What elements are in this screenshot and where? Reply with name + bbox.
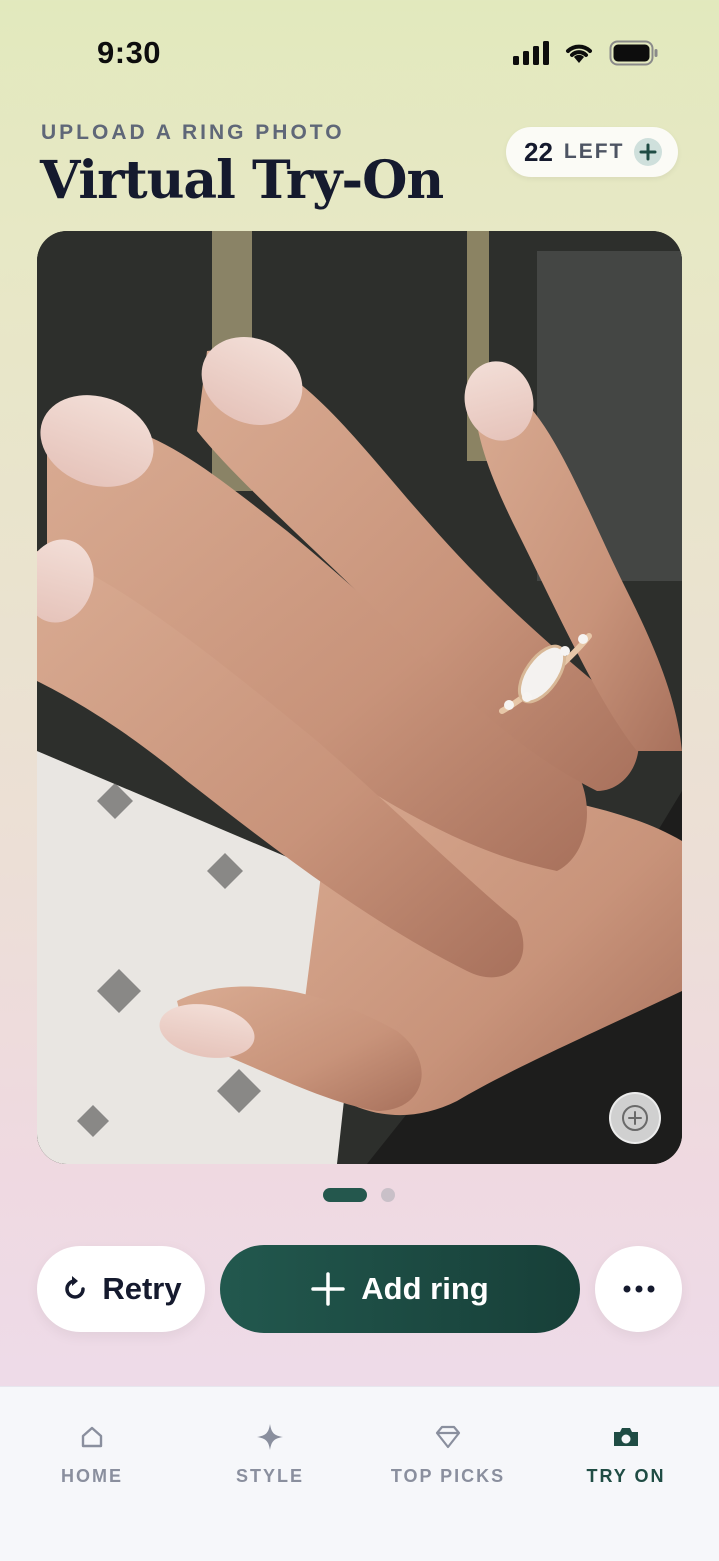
- signal-icon: [513, 41, 549, 65]
- tab-bar: HOME STYLE TOP PICKS TRY ON: [0, 1386, 719, 1561]
- pagination-dots: [323, 1188, 395, 1202]
- home-icon: [79, 1422, 105, 1452]
- zoom-in-icon: [622, 1105, 648, 1131]
- tab-try-on[interactable]: TRY ON: [536, 1387, 716, 1507]
- diamond-icon: [435, 1422, 461, 1452]
- wifi-icon: [566, 44, 592, 63]
- add-credits-button[interactable]: [634, 138, 663, 166]
- add-ring-button[interactable]: Add ring: [220, 1245, 580, 1333]
- retry-label: Retry: [102, 1271, 182, 1306]
- ring-photo[interactable]: [37, 231, 682, 1164]
- credits-label: LEFT: [563, 140, 625, 163]
- tab-top-picks[interactable]: TOP PICKS: [358, 1387, 538, 1507]
- status-bar: 9:30: [0, 0, 719, 100]
- tab-label: HOME: [61, 1466, 123, 1486]
- camera-icon: [612, 1422, 640, 1452]
- add-ring-label: Add ring: [361, 1271, 489, 1306]
- more-icon: [623, 1285, 654, 1293]
- pagination-dot-active[interactable]: [323, 1188, 367, 1202]
- plus-icon: [639, 143, 657, 161]
- retry-icon: [65, 1276, 86, 1299]
- zoom-button[interactable]: [609, 1092, 661, 1144]
- sparkle-icon: [256, 1422, 284, 1452]
- tab-label: TRY ON: [586, 1466, 666, 1486]
- plus-icon: [311, 1272, 346, 1306]
- page-subtitle: UPLOAD A RING PHOTO: [41, 121, 345, 144]
- pagination-dot[interactable]: [381, 1188, 395, 1202]
- status-time: 9:30: [97, 35, 162, 70]
- credits-count: 22: [524, 136, 553, 167]
- credits-pill[interactable]: 22 LEFT: [506, 127, 678, 177]
- tab-label: TOP PICKS: [390, 1466, 506, 1486]
- more-options-button[interactable]: [595, 1246, 682, 1332]
- page-title: Virtual Try-On: [40, 150, 444, 211]
- retry-button[interactable]: Retry: [37, 1246, 205, 1332]
- tab-home[interactable]: HOME: [2, 1387, 182, 1507]
- tab-style[interactable]: STYLE: [180, 1387, 360, 1507]
- hand-photo-illustration: [37, 231, 682, 1164]
- tab-label: STYLE: [235, 1466, 304, 1486]
- status-icons: [513, 40, 659, 66]
- battery-icon: [609, 40, 658, 66]
